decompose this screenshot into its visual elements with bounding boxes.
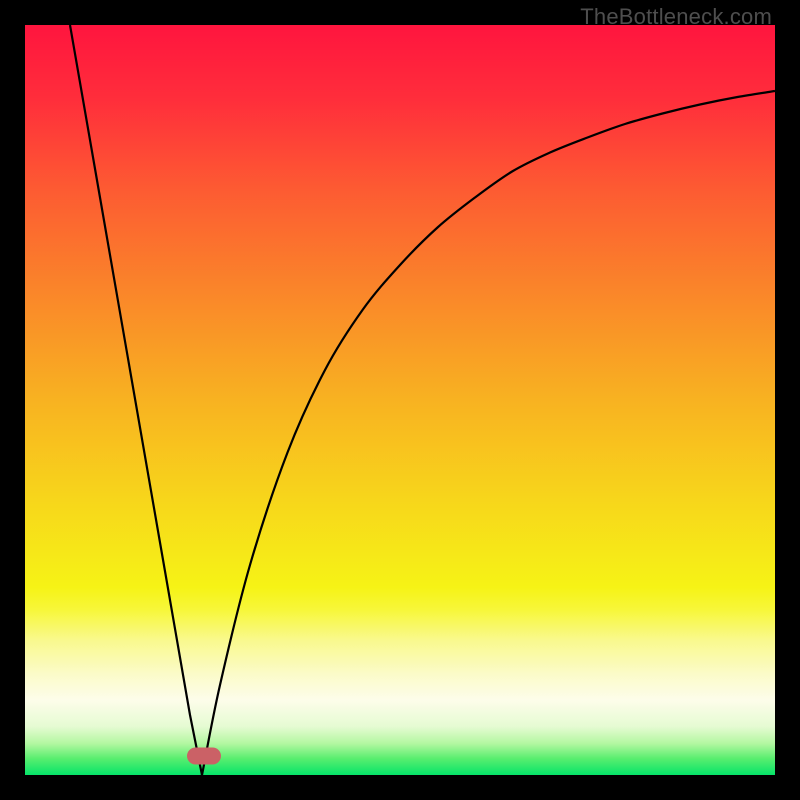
- plot-frame: [25, 25, 775, 775]
- optimal-marker: [187, 748, 221, 765]
- watermark-text: TheBottleneck.com: [580, 4, 772, 30]
- gradient-background: [25, 25, 775, 775]
- chart-svg: [25, 25, 775, 775]
